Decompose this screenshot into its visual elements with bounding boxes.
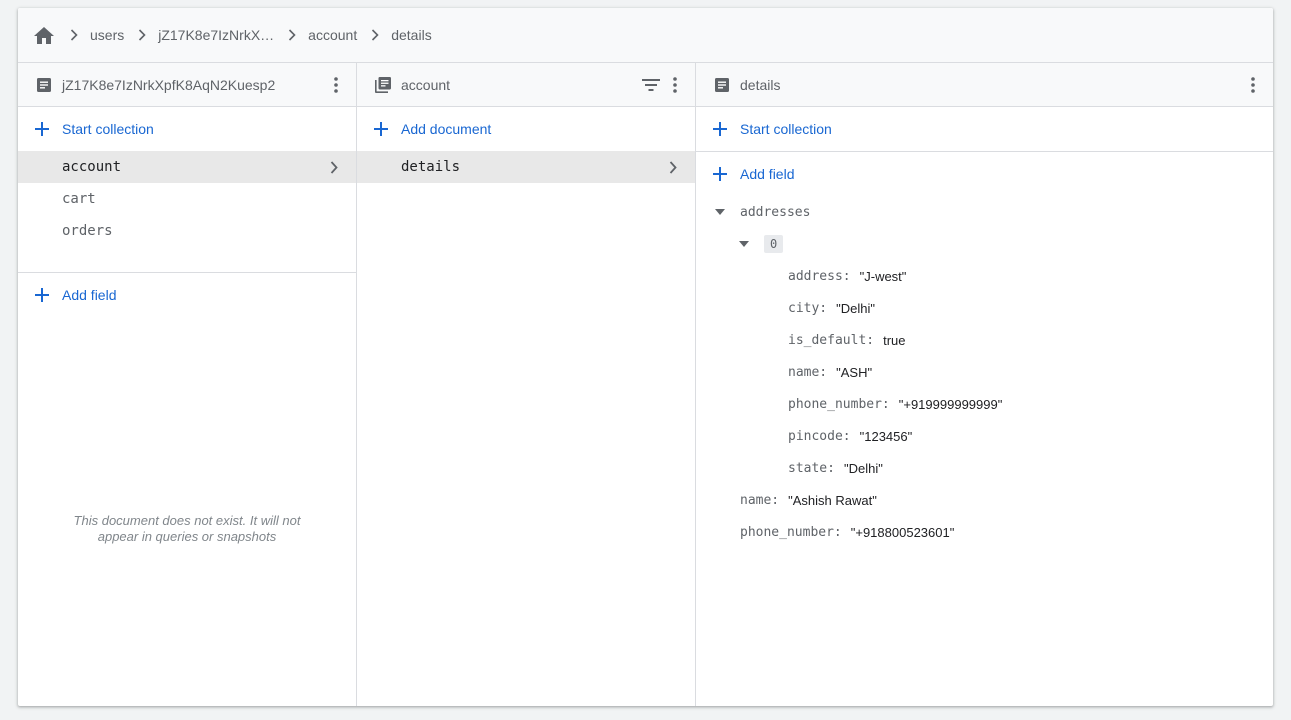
field-key: city: (788, 300, 828, 316)
collection-label: cart (62, 191, 96, 207)
field-value: "Delhi" (843, 460, 883, 476)
plus-icon (34, 287, 50, 303)
document-item-details[interactable]: details (357, 151, 695, 183)
document-label: details (401, 159, 461, 175)
add-document-label: Add document (401, 121, 492, 137)
field-value: "Ashish Rawat" (788, 492, 877, 508)
breadcrumb: users jZ17K8e7IzNrkX… account details (18, 8, 1273, 63)
field-value: true (883, 332, 906, 348)
field-tree: addresses 0 address: "J-west" city: "Del… (696, 196, 1273, 548)
chevron-right-icon (64, 25, 84, 45)
field-value: "123456" (859, 428, 913, 444)
field-key: state: (788, 460, 835, 476)
field-address[interactable]: address: "J-west" (696, 260, 1273, 292)
field-value: "Delhi" (836, 300, 875, 316)
field-key: address: (788, 268, 851, 284)
home-icon[interactable] (32, 23, 56, 47)
document-panel: jZ17K8e7IzNrkXpfK8AqN2Kuesp2 Start colle… (18, 63, 357, 706)
expand-triangle-icon[interactable] (736, 236, 752, 252)
start-collection-label: Start collection (62, 121, 154, 137)
start-collection-label: Start collection (740, 121, 832, 137)
field-key: pincode: (788, 428, 851, 444)
collection-label: account (62, 159, 122, 175)
field-top-name[interactable]: name: "Ashish Rawat" (696, 484, 1273, 516)
document-icon (712, 75, 732, 95)
field-is-default[interactable]: is_default: true (696, 324, 1273, 356)
collection-item-account[interactable]: account (18, 151, 356, 183)
document-panel-header: jZ17K8e7IzNrkXpfK8AqN2Kuesp2 (18, 63, 356, 107)
field-value: "+919999999999" (898, 396, 1003, 412)
collection-item-cart[interactable]: cart (18, 183, 356, 215)
document-icon (34, 75, 54, 95)
details-panel: details Start collection Add field addre… (696, 63, 1273, 706)
field-name[interactable]: name: "ASH" (696, 356, 1273, 388)
start-collection-button[interactable]: Start collection (18, 107, 356, 151)
more-vert-icon[interactable] (324, 73, 348, 97)
field-key: name: (788, 364, 828, 380)
collection-panel-header: account (357, 63, 695, 107)
plus-icon (34, 121, 50, 137)
collection-panel: account Add document details (357, 63, 696, 706)
field-key: is_default: (788, 332, 875, 348)
add-field-label: Add field (740, 166, 795, 182)
field-top-phone-number[interactable]: phone_number: "+918800523601" (696, 516, 1273, 548)
more-vert-icon[interactable] (1241, 73, 1265, 97)
plus-icon (373, 121, 389, 137)
firestore-data-viewer: users jZ17K8e7IzNrkX… account details jZ… (18, 8, 1273, 706)
chevron-right-icon (365, 25, 385, 45)
field-key: phone_number: (740, 524, 842, 540)
breadcrumb-document-id[interactable]: jZ17K8e7IzNrkX… (158, 27, 274, 43)
field-key: addresses (740, 204, 811, 220)
add-field-label: Add field (62, 287, 117, 303)
field-city[interactable]: city: "Delhi" (696, 292, 1273, 324)
expand-triangle-icon[interactable] (712, 204, 728, 220)
field-state[interactable]: state: "Delhi" (696, 452, 1273, 484)
chevron-right-icon (282, 25, 302, 45)
field-value: "+918800523601" (850, 524, 955, 540)
chevron-right-icon (324, 157, 344, 177)
array-index-0[interactable]: 0 (696, 228, 1273, 260)
breadcrumb-account[interactable]: account (308, 27, 357, 43)
add-document-button[interactable]: Add document (357, 107, 695, 151)
field-value: "J-west" (859, 268, 907, 284)
collection-panel-title: account (401, 76, 451, 93)
chevron-right-icon (132, 25, 152, 45)
field-value: "ASH" (836, 364, 873, 380)
add-field-button[interactable]: Add field (696, 152, 1273, 196)
details-panel-header: details (696, 63, 1273, 107)
field-pincode[interactable]: pincode: "123456" (696, 420, 1273, 452)
panels: jZ17K8e7IzNrkXpfK8AqN2Kuesp2 Start colle… (18, 63, 1273, 706)
field-addresses[interactable]: addresses (696, 196, 1273, 228)
breadcrumb-users[interactable]: users (90, 27, 124, 43)
empty-document-note: This document does not exist. It will no… (73, 513, 301, 544)
collection-label: orders (62, 223, 113, 239)
start-collection-button[interactable]: Start collection (696, 107, 1273, 151)
plus-icon (712, 121, 728, 137)
document-panel-title: jZ17K8e7IzNrkXpfK8AqN2Kuesp2 (62, 76, 276, 93)
more-vert-icon[interactable] (663, 73, 687, 97)
breadcrumb-details[interactable]: details (391, 27, 431, 43)
collection-icon (373, 75, 393, 95)
add-field-button[interactable]: Add field (18, 273, 356, 317)
array-index-badge: 0 (764, 235, 784, 253)
field-key: phone_number: (788, 396, 890, 412)
plus-icon (712, 166, 728, 182)
chevron-right-icon (663, 157, 683, 177)
filter-icon[interactable] (639, 73, 663, 97)
field-key: name: (740, 492, 780, 508)
details-panel-title: details (740, 76, 781, 93)
field-phone-number[interactable]: phone_number: "+919999999999" (696, 388, 1273, 420)
collection-item-orders[interactable]: orders (18, 215, 356, 247)
